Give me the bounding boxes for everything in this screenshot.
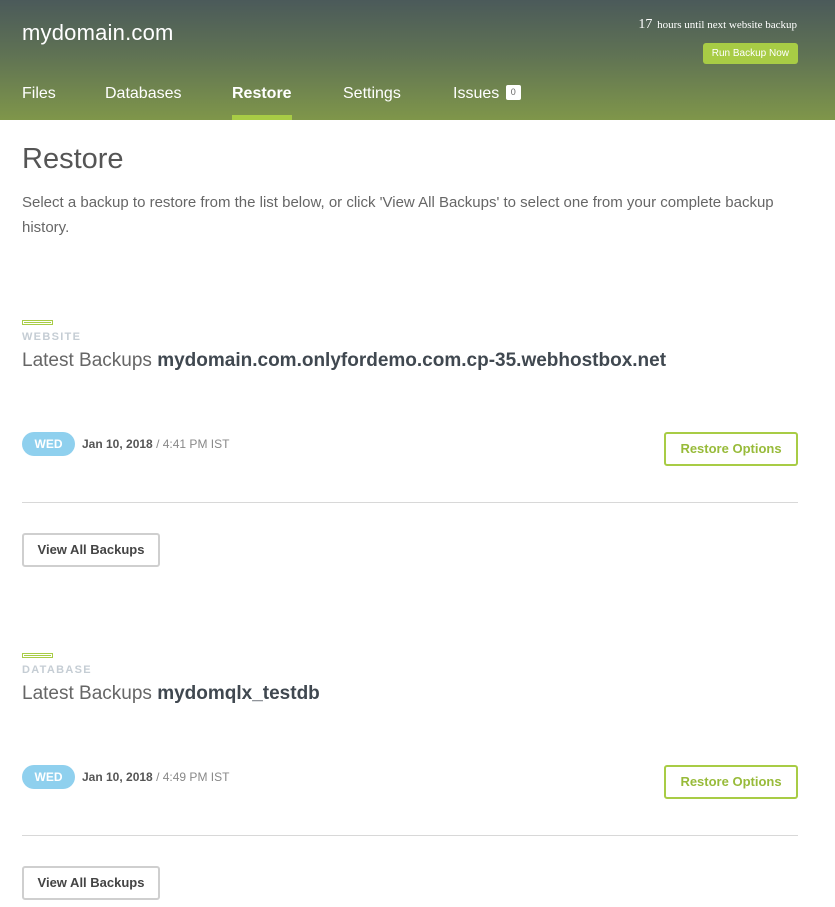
backup-countdown: 17 hours until next website backup — [638, 17, 797, 33]
section-accent-bar — [22, 653, 53, 658]
tab-restore[interactable]: Restore — [232, 80, 292, 120]
tab-files[interactable]: Files — [22, 80, 56, 120]
view-all-backups-button[interactable]: View All Backups — [22, 866, 160, 900]
section-label: DATABASE — [22, 664, 92, 676]
website-backup-section: WEBSITE Latest Backups mydomain.com.only… — [22, 320, 798, 570]
section-heading: Latest Backups mydomain.com.onlyfordemo.… — [22, 350, 666, 372]
day-badge: WED — [22, 432, 75, 456]
tab-label: Issues — [453, 85, 500, 102]
section-label: WEBSITE — [22, 331, 82, 343]
view-all-backups-button[interactable]: View All Backups — [22, 533, 160, 567]
tab-settings[interactable]: Settings — [343, 80, 401, 120]
tab-label: Restore — [232, 85, 292, 102]
day-badge: WED — [22, 765, 75, 789]
backup-target-name: mydomqlx_testdb — [157, 683, 320, 704]
countdown-hours: 17 — [638, 17, 653, 32]
site-title: mydomain.com — [22, 20, 174, 45]
restore-options-button[interactable]: Restore Options — [664, 765, 798, 799]
section-accent-bar — [22, 320, 53, 325]
heading-prefix: Latest Backups — [22, 350, 152, 371]
run-backup-now-button[interactable]: Run Backup Now — [702, 43, 798, 64]
database-backup-section: DATABASE Latest Backups mydomqlx_testdb … — [22, 653, 798, 903]
page-title: Restore — [22, 143, 124, 175]
backup-datetime: Jan 10, 2018 / 4:49 PM IST — [82, 770, 229, 784]
tab-issues[interactable]: Issues 0 — [453, 80, 521, 120]
backup-time: / 4:49 PM IST — [156, 770, 230, 784]
countdown-text: hours until next website backup — [657, 19, 797, 31]
section-heading: Latest Backups mydomqlx_testdb — [22, 683, 320, 705]
tab-label: Databases — [105, 85, 182, 102]
backup-datetime: Jan 10, 2018 / 4:41 PM IST — [82, 437, 229, 451]
restore-options-button[interactable]: Restore Options — [664, 432, 798, 466]
section-divider — [22, 835, 798, 836]
backup-target-name: mydomain.com.onlyfordemo.com.cp-35.webho… — [157, 350, 667, 371]
tab-databases[interactable]: Databases — [105, 80, 182, 120]
backup-date: Jan 10, 2018 — [82, 770, 153, 784]
section-divider — [22, 502, 798, 503]
issues-count-badge: 0 — [505, 84, 521, 100]
app-header: mydomain.com 17 hours until next website… — [0, 0, 835, 120]
tab-label: Files — [22, 85, 56, 102]
tab-label: Settings — [343, 85, 401, 102]
backup-date: Jan 10, 2018 — [82, 437, 153, 451]
page-intro: Select a backup to restore from the list… — [22, 194, 774, 236]
heading-prefix: Latest Backups — [22, 683, 152, 704]
backup-time: / 4:41 PM IST — [156, 437, 230, 451]
